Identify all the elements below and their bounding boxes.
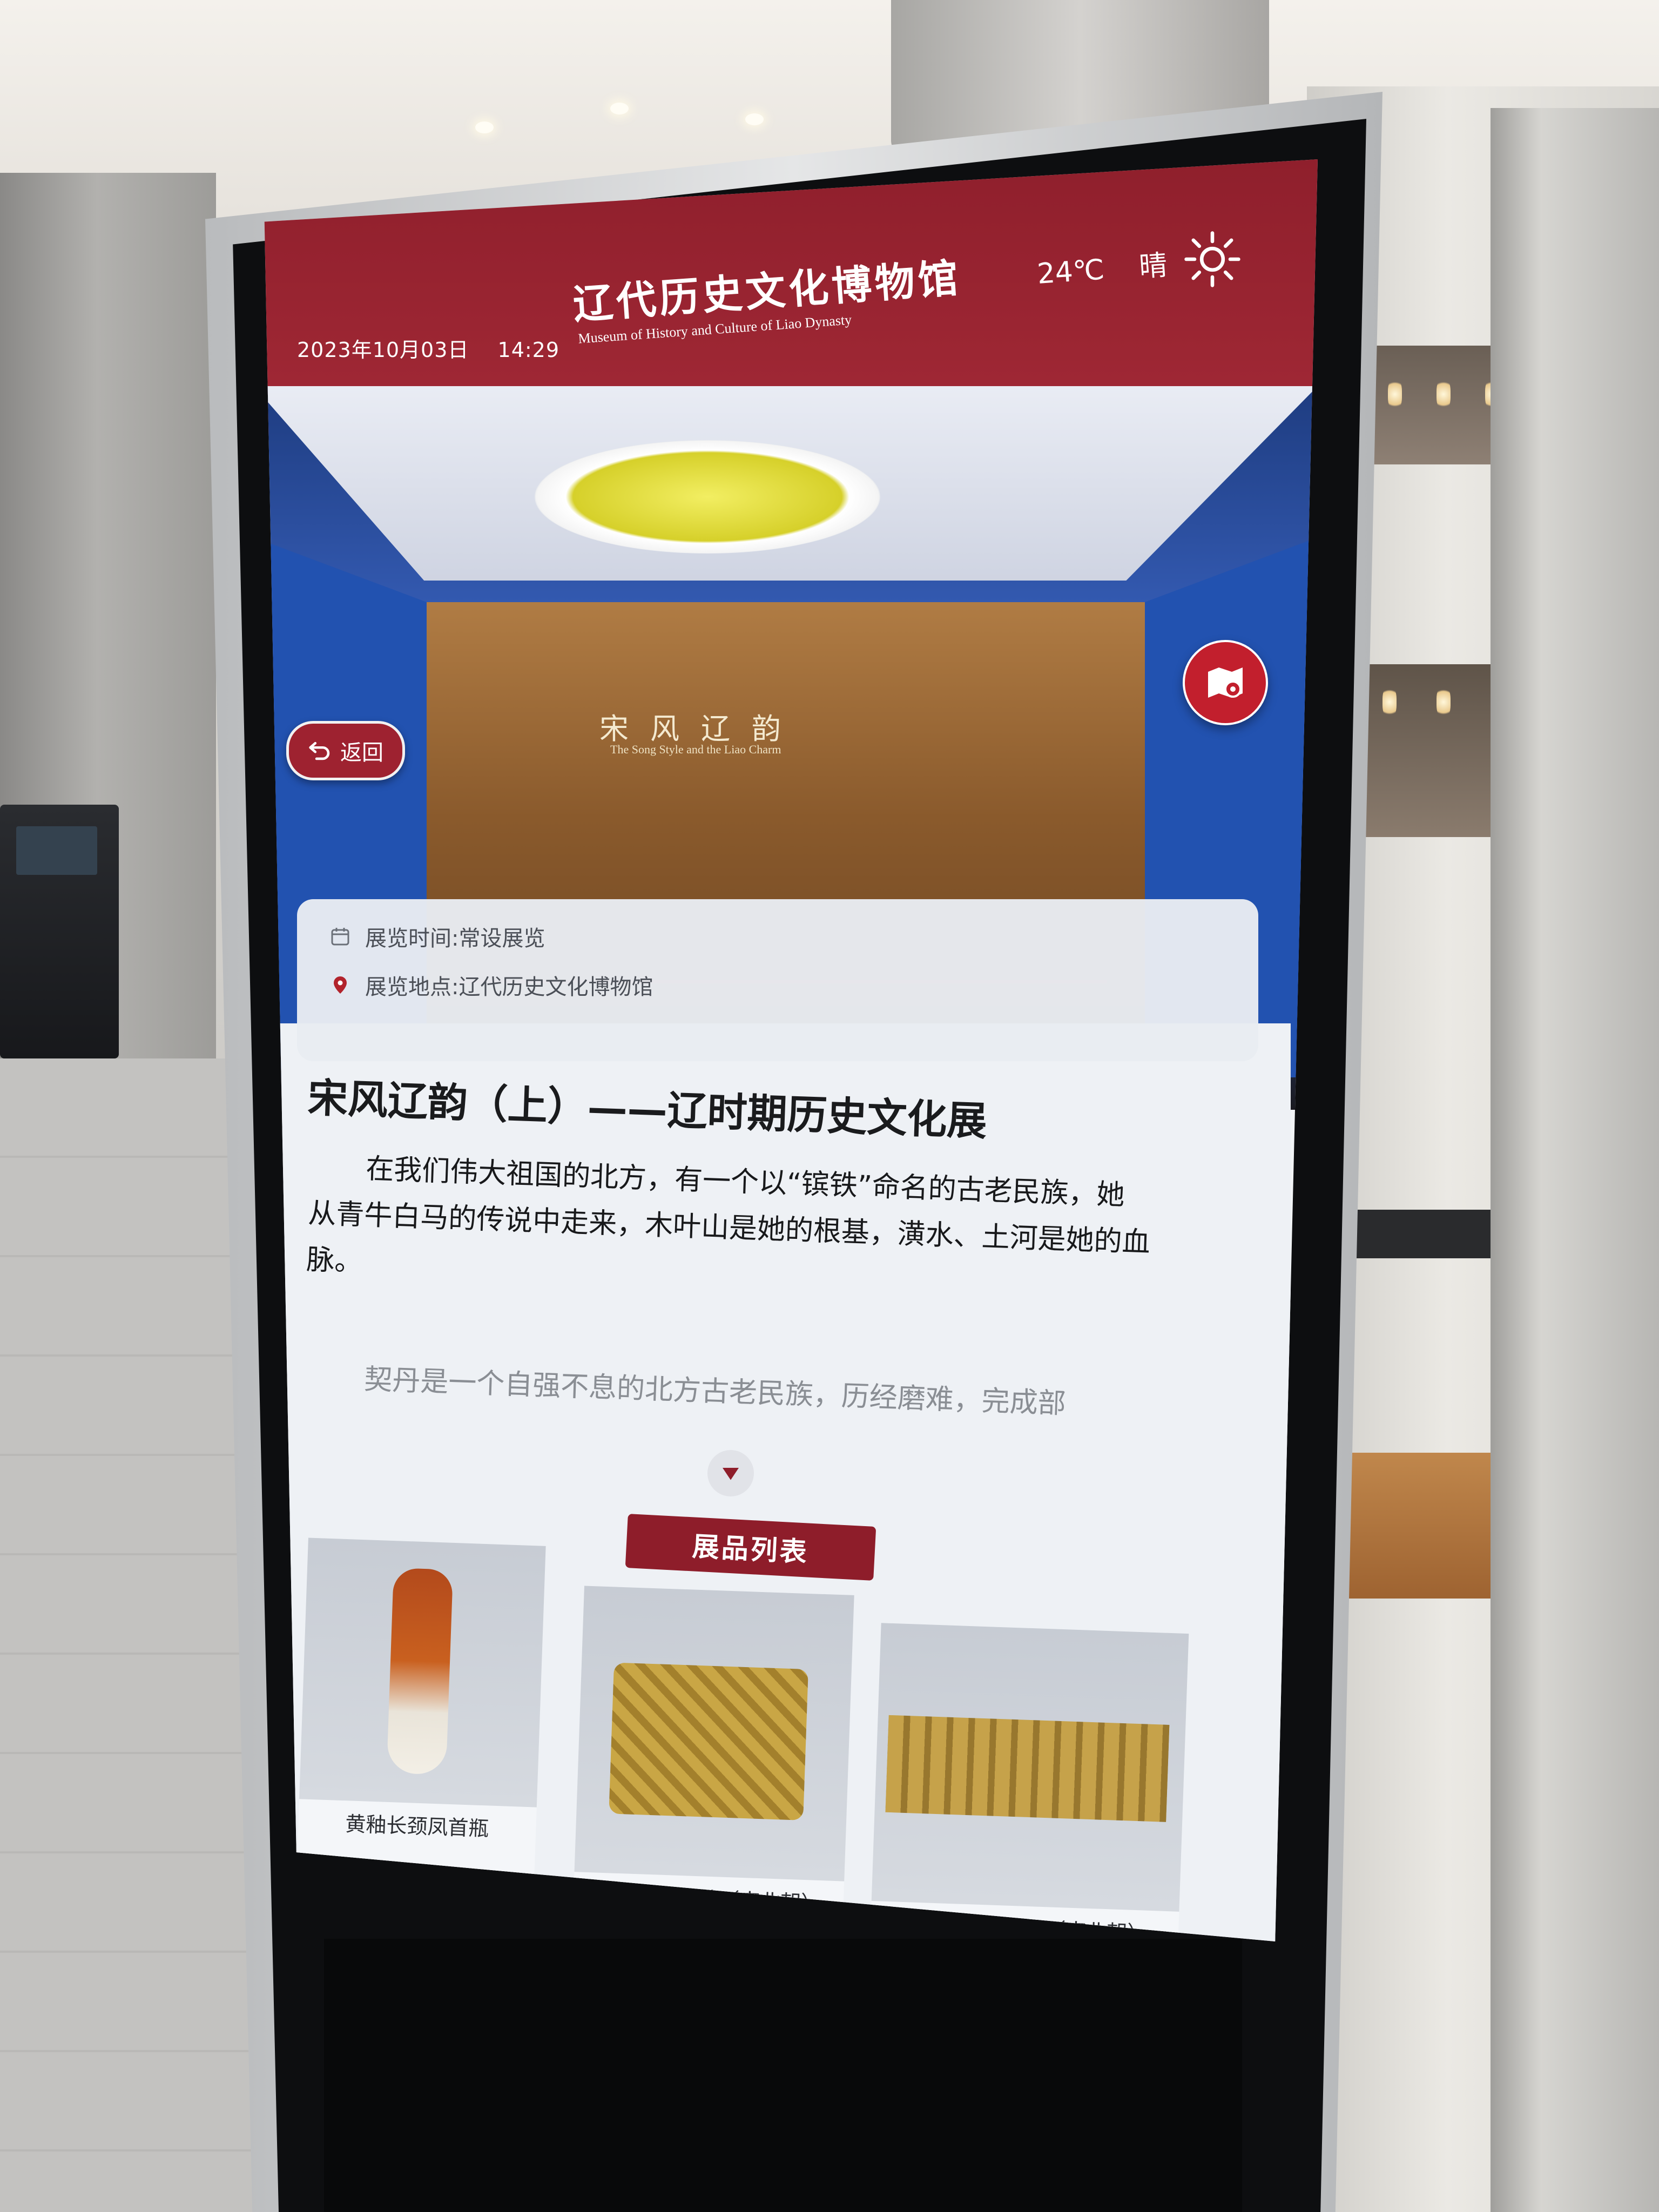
weather: 24℃ 晴 [1036, 240, 1195, 292]
exhibit-list-heading-text: 展品列表 [691, 1530, 810, 1568]
time-text: 14:29 [497, 338, 560, 362]
vase-image [386, 1568, 454, 1775]
water-dispenser [0, 805, 119, 1058]
downlight [1388, 378, 1402, 410]
location-pin-icon [334, 976, 347, 994]
gold-plaque-image [609, 1662, 808, 1820]
temperature-text: 24℃ [1036, 253, 1106, 291]
exhibition-time-row: 展览时间:常设展览 [329, 921, 545, 952]
return-arrow-icon [309, 741, 330, 760]
datetime: 2023年10月03日 14:29 [297, 333, 581, 363]
relief-title: 宋风辽韵 [599, 712, 802, 746]
dispenser-panel [16, 826, 97, 875]
chevron-down-icon [723, 1468, 739, 1480]
date-text: 2023年10月03日 [297, 338, 469, 362]
downlight [1382, 686, 1397, 718]
intro-paragraph: 在我们伟大祖国的北方，有一个以“镔铁”命名的古老民族，她从青牛白马的传说中走来，… [306, 1152, 1151, 1278]
gold-band-image [885, 1715, 1170, 1822]
sun-icon [1184, 231, 1240, 287]
kiosk-screen: 2023年10月03日 14:29 辽代历史文化博物馆 Museum of Hi… [264, 159, 1318, 1941]
map-button[interactable] [1183, 640, 1268, 725]
exhibit-card[interactable]: 黄釉长颈凤首瓶 [296, 1537, 546, 1881]
weather-text: 晴 [1138, 249, 1169, 284]
back-label: 返回 [340, 740, 383, 765]
ceiling-light [745, 113, 764, 125]
ceiling-light [610, 103, 629, 114]
place-value: 辽代历史文化博物馆 [458, 975, 653, 1000]
ceiling-light [475, 122, 494, 133]
time-value: 常设展览 [458, 926, 545, 951]
exhibit-image [871, 1623, 1189, 1912]
back-button[interactable]: 返回 [286, 721, 405, 780]
downlight [1437, 378, 1451, 410]
ceiling-rosette [535, 440, 880, 554]
info-card: 展览时间:常设展览 展览地点:辽代历史文化博物馆 [297, 899, 1258, 1061]
frame-right [1491, 108, 1659, 2212]
relief-subtitle: The Song Style and the Liao Charm [610, 743, 781, 756]
exhibit-card[interactable]: 瑞兽联珠纹金牌（南北朝） [868, 1623, 1189, 1941]
exhibit-image [574, 1586, 854, 1881]
expand-button[interactable] [707, 1450, 754, 1496]
map-location-icon [1208, 667, 1243, 698]
calendar-icon [331, 928, 349, 946]
place-label: 展览地点: [365, 975, 459, 1000]
exhibit-image [299, 1537, 546, 1808]
downlight [1437, 686, 1451, 718]
exhibition-place-row: 展览地点:辽代历史文化博物馆 [329, 969, 653, 1001]
kiosk-base [324, 1939, 1242, 2212]
time-label: 展览时间: [365, 926, 459, 951]
